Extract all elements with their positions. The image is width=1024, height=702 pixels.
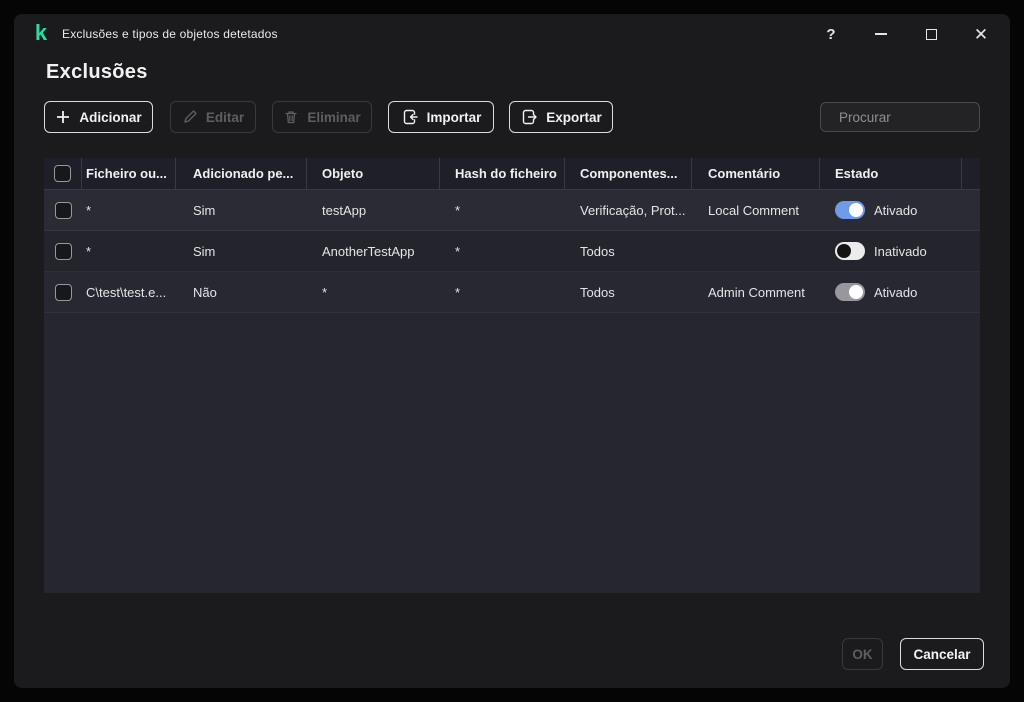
export-button[interactable]: Exportar <box>509 101 613 133</box>
dialog-footer: OK Cancelar <box>842 638 984 670</box>
state-label: Ativado <box>874 284 918 300</box>
trash-icon <box>285 111 298 124</box>
cell-components: Todos <box>580 243 615 259</box>
column-header-components[interactable]: Componentes... <box>565 158 692 189</box>
close-icon: ✕ <box>973 24 989 44</box>
table-header-row: Ficheiro ou... Adicionado pe... Objeto H… <box>44 158 980 190</box>
row-checkbox[interactable] <box>54 242 72 260</box>
add-button-label: Adicionar <box>79 109 142 125</box>
cell-comment: Admin Comment <box>708 284 805 300</box>
column-header-added-by[interactable]: Adicionado pe... <box>176 158 307 189</box>
cell-object: AnotherTestApp <box>322 243 415 259</box>
export-button-label: Exportar <box>546 109 602 125</box>
add-button[interactable]: Adicionar <box>44 101 153 133</box>
screen-background: k Exclusões e tipos de objetos detetados… <box>0 0 1024 702</box>
close-button[interactable]: ✕ <box>970 23 992 45</box>
column-header-hash[interactable]: Hash do ficheiro <box>440 158 565 189</box>
minimize-icon <box>875 33 887 35</box>
search-input[interactable] <box>839 109 1010 125</box>
table-row[interactable]: * Sim testApp * Verificação, Prot... Loc… <box>44 190 980 231</box>
cell-file: C\test\test.e... <box>86 284 167 300</box>
toggle-knob <box>849 285 863 299</box>
cell-state: Ativado <box>820 201 962 219</box>
edit-button-label: Editar <box>205 109 245 125</box>
help-button[interactable]: ? <box>820 23 842 45</box>
toolbar: Adicionar Editar Eliminar Importar Expor… <box>44 101 1010 133</box>
import-button-label: Importar <box>426 109 482 125</box>
cell-comment: Local Comment <box>708 202 800 218</box>
cell-state: Ativado <box>820 283 962 301</box>
cell-hash: * <box>455 284 461 300</box>
cell-added-by: Sim <box>193 202 216 218</box>
cell-object: * <box>322 284 328 300</box>
window-controls: ? ✕ <box>820 14 992 54</box>
state-toggle[interactable] <box>835 283 865 301</box>
table-row[interactable]: C\test\test.e... Não * * Todos Admin Com… <box>44 272 980 313</box>
toggle-knob <box>837 244 851 258</box>
plus-icon <box>57 111 70 123</box>
cell-added-by: Sim <box>193 243 216 259</box>
export-icon <box>523 109 538 125</box>
cell-added-by: Não <box>193 284 217 300</box>
column-header-comment[interactable]: Comentário <box>692 158 820 189</box>
title-bar: k Exclusões e tipos de objetos detetados… <box>14 14 1010 54</box>
edit-button[interactable]: Editar <box>170 101 256 133</box>
column-header-object[interactable]: Objeto <box>307 158 440 189</box>
window-title: Exclusões e tipos de objetos detetados <box>62 27 278 41</box>
kaspersky-logo-icon: k <box>34 20 48 45</box>
state-label: Inativado <box>874 243 927 259</box>
cell-file: * <box>86 243 92 259</box>
delete-button[interactable]: Eliminar <box>272 101 372 133</box>
delete-button-label: Eliminar <box>307 109 361 125</box>
cell-components: Todos <box>580 284 615 300</box>
select-all-checkbox[interactable] <box>54 165 71 182</box>
cell-state: Inativado <box>820 242 962 260</box>
row-checkbox[interactable] <box>54 201 72 219</box>
import-icon <box>403 109 418 125</box>
cancel-button[interactable]: Cancelar <box>900 638 984 670</box>
search-box <box>820 102 1010 132</box>
pencil-icon <box>184 110 197 123</box>
column-header-filler <box>962 158 980 189</box>
exclusions-table: Ficheiro ou... Adicionado pe... Objeto H… <box>44 158 980 593</box>
state-toggle[interactable] <box>835 242 865 260</box>
table-row[interactable]: * Sim AnotherTestApp * Todos Inativado <box>44 231 980 272</box>
toggle-knob <box>849 203 863 217</box>
page-title: Exclusões <box>46 61 148 83</box>
cell-hash: * <box>455 243 461 259</box>
cell-hash: * <box>455 202 461 218</box>
cell-components: Verificação, Prot... <box>580 202 686 218</box>
column-header-state[interactable]: Estado <box>820 158 962 189</box>
state-toggle[interactable] <box>835 201 865 219</box>
app-window: k Exclusões e tipos de objetos detetados… <box>14 14 1010 688</box>
header-checkbox-cell <box>44 158 82 189</box>
cell-file: * <box>86 202 92 218</box>
cell-object: testApp <box>322 202 367 218</box>
ok-button[interactable]: OK <box>842 638 883 670</box>
help-icon: ? <box>826 25 836 43</box>
import-button[interactable]: Importar <box>388 101 494 133</box>
state-label: Ativado <box>874 202 918 218</box>
maximize-icon <box>925 28 937 40</box>
minimize-button[interactable] <box>870 23 892 45</box>
maximize-button[interactable] <box>920 23 942 45</box>
column-header-file[interactable]: Ficheiro ou... <box>82 158 176 189</box>
row-checkbox[interactable] <box>54 283 72 301</box>
